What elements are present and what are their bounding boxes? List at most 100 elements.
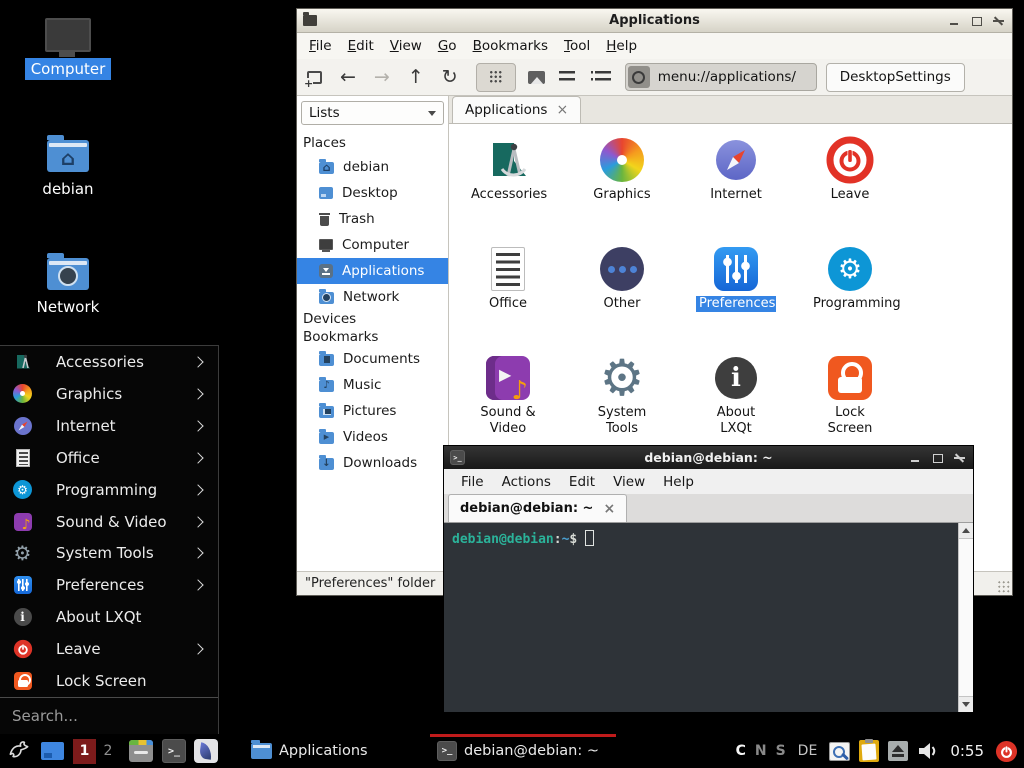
- new-tab-icon[interactable]: [307, 71, 322, 84]
- app-item-graphics[interactable]: Graphics: [565, 136, 679, 245]
- scroll-lock-indicator[interactable]: S: [776, 743, 786, 759]
- sidebar-item-desktop[interactable]: Desktop: [297, 180, 448, 206]
- desktop-settings-button[interactable]: DesktopSettings: [826, 63, 965, 92]
- terminal-titlebar[interactable]: debian@debian: ~: [444, 446, 973, 469]
- sidebar-item-documents[interactable]: Documents: [297, 346, 448, 372]
- network-folder-icon: [319, 292, 334, 304]
- sidebar-item-trash[interactable]: Trash: [297, 206, 448, 232]
- up-icon[interactable]: ↑: [408, 68, 424, 87]
- featherpad-launcher-icon[interactable]: [194, 739, 218, 763]
- address-bar[interactable]: menu://applications/: [625, 63, 817, 91]
- sidebar-item-music[interactable]: Music: [297, 372, 448, 398]
- close-button[interactable]: [992, 15, 1006, 27]
- menu-edit[interactable]: Edit: [560, 472, 604, 492]
- menu-tool[interactable]: Tool: [556, 36, 598, 56]
- menu-view[interactable]: View: [382, 36, 430, 56]
- menu-item-preferences[interactable]: Preferences: [0, 569, 218, 601]
- clock[interactable]: 0:55: [950, 742, 984, 760]
- compact-view-icon[interactable]: [595, 71, 611, 83]
- menu-help[interactable]: Help: [654, 472, 703, 492]
- file-manager-titlebar[interactable]: Applications: [297, 9, 1012, 33]
- sidebar-item-downloads[interactable]: Downloads: [297, 450, 448, 476]
- maximize-button[interactable]: [931, 452, 945, 464]
- terminal-scrollbar[interactable]: [958, 523, 973, 712]
- num-lock-indicator[interactable]: N: [755, 743, 767, 759]
- app-item-leave[interactable]: Leave: [793, 136, 907, 245]
- menu-item-about-lxqt[interactable]: About LXQt: [0, 601, 218, 633]
- sidebar-item-applications[interactable]: Applications: [297, 258, 448, 284]
- task-terminal[interactable]: debian@debian: ~: [430, 734, 616, 768]
- minimize-button[interactable]: [909, 452, 923, 464]
- terminal-content[interactable]: debian@debian:~$: [444, 523, 973, 712]
- icon-view-button[interactable]: [476, 63, 516, 92]
- reload-icon[interactable]: ↻: [442, 68, 458, 87]
- home-folder-icon: [319, 162, 334, 174]
- tab-close-icon[interactable]: ×: [603, 502, 615, 516]
- power-button[interactable]: [995, 740, 1018, 763]
- app-item-internet[interactable]: Internet: [679, 136, 793, 245]
- tab-close-icon[interactable]: ×: [556, 103, 568, 117]
- sidebar-item-videos[interactable]: Videos: [297, 424, 448, 450]
- menu-file[interactable]: File: [301, 36, 340, 56]
- menu-item-office[interactable]: Office: [0, 442, 218, 474]
- main-menu-button[interactable]: [6, 738, 32, 764]
- menu-view[interactable]: View: [604, 472, 654, 492]
- menu-edit[interactable]: Edit: [340, 36, 382, 56]
- resize-grip[interactable]: [997, 580, 1010, 593]
- tab-terminal-session[interactable]: debian@debian: ~ ×: [448, 494, 627, 522]
- app-item-programming[interactable]: Programming: [793, 245, 907, 354]
- applications-icon: [319, 264, 333, 278]
- volume-icon[interactable]: [917, 741, 939, 761]
- desktop-icon-debian[interactable]: debian: [16, 134, 120, 200]
- keyboard-layout-indicator[interactable]: DE: [798, 743, 818, 759]
- desktop-icon-computer[interactable]: Computer: [16, 18, 120, 80]
- app-item-other[interactable]: Other: [565, 245, 679, 354]
- terminal-launcher-icon[interactable]: [162, 739, 186, 763]
- removable-media-icon[interactable]: [888, 741, 908, 761]
- thumbnail-view-icon[interactable]: [528, 71, 545, 84]
- menu-file[interactable]: File: [452, 472, 493, 492]
- forward-icon[interactable]: →: [374, 68, 390, 87]
- scroll-down-icon[interactable]: [959, 696, 973, 712]
- search-input[interactable]: [0, 707, 218, 725]
- menu-item-lock-screen[interactable]: Lock Screen: [0, 665, 218, 697]
- file-manager-launcher-icon[interactable]: [129, 740, 153, 762]
- menu-actions[interactable]: Actions: [493, 472, 560, 492]
- show-desktop-icon[interactable]: [41, 742, 64, 760]
- tab-applications[interactable]: Applications ×: [452, 96, 581, 123]
- sidebar-item-debian[interactable]: debian: [297, 154, 448, 180]
- menu-item-graphics[interactable]: Graphics: [0, 378, 218, 410]
- sidebar-item-network[interactable]: Network: [297, 284, 448, 310]
- app-item-office[interactable]: Office: [451, 245, 565, 354]
- workspace-1-button[interactable]: 1: [73, 739, 96, 764]
- screenshot-tray-icon[interactable]: [829, 742, 850, 761]
- close-button[interactable]: [953, 452, 967, 464]
- desktop-icon-network[interactable]: Network: [16, 252, 120, 318]
- clipboard-tray-icon[interactable]: [859, 740, 879, 762]
- workspace-2-button[interactable]: 2: [99, 743, 117, 759]
- menu-bookmarks[interactable]: Bookmarks: [465, 36, 556, 56]
- menu-item-sound-video[interactable]: Sound & Video: [0, 506, 218, 538]
- maximize-button[interactable]: [970, 15, 984, 27]
- task-applications[interactable]: Applications: [244, 734, 430, 768]
- scroll-up-icon[interactable]: [959, 523, 973, 539]
- menu-item-accessories[interactable]: Accessories: [0, 346, 218, 378]
- app-item-accessories[interactable]: Accessories: [451, 136, 565, 245]
- sidebar-mode-selector[interactable]: Lists: [301, 101, 444, 125]
- caps-lock-indicator[interactable]: C: [736, 743, 746, 759]
- menu-go[interactable]: Go: [430, 36, 465, 56]
- menu-item-leave[interactable]: Leave: [0, 633, 218, 665]
- menu-item-internet[interactable]: Internet: [0, 410, 218, 442]
- sidebar-item-pictures[interactable]: Pictures: [297, 398, 448, 424]
- minimize-button[interactable]: [948, 15, 962, 27]
- detailed-list-view-icon[interactable]: [559, 71, 575, 83]
- office-icon: [12, 447, 33, 468]
- back-icon[interactable]: ←: [340, 68, 356, 87]
- menu-item-programming[interactable]: Programming: [0, 474, 218, 506]
- app-item-preferences[interactable]: Preferences: [679, 245, 793, 354]
- sidebar-item-computer[interactable]: Computer: [297, 232, 448, 258]
- submenu-arrow-icon: [192, 484, 203, 495]
- menu-help[interactable]: Help: [598, 36, 645, 56]
- location-icon: [628, 66, 650, 88]
- menu-item-system-tools[interactable]: System Tools: [0, 538, 218, 570]
